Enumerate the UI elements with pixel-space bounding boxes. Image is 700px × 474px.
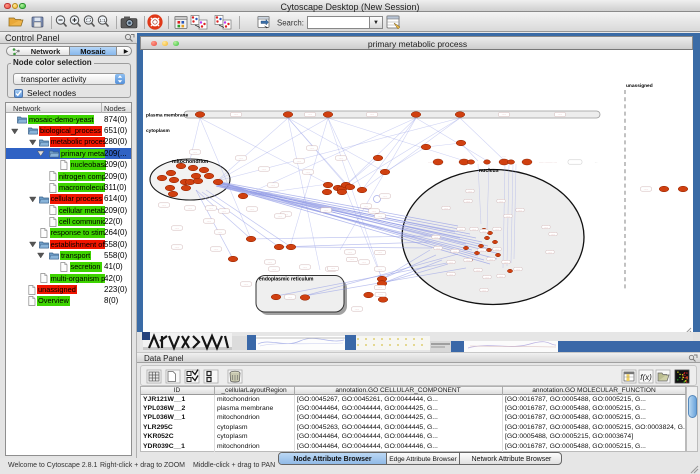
svg-text:·····: ····· xyxy=(644,187,649,191)
svg-text:·····: ····· xyxy=(175,245,180,249)
svg-text:·····: ····· xyxy=(518,208,523,212)
svg-text:·····: ····· xyxy=(449,272,454,276)
svg-text:·····: ····· xyxy=(482,288,487,292)
svg-text:·····: ····· xyxy=(502,113,507,117)
svg-text:·····: ····· xyxy=(297,159,302,163)
svg-text:·····: ····· xyxy=(504,260,509,264)
svg-text:·····: ····· xyxy=(262,167,267,171)
svg-text:·····: ····· xyxy=(306,170,311,174)
svg-text:·····: ····· xyxy=(339,156,344,160)
svg-text:nucleus: nucleus xyxy=(479,168,499,174)
svg-text:·····: ····· xyxy=(162,203,167,207)
svg-text:·····: ····· xyxy=(308,113,313,117)
svg-text:·····: ····· xyxy=(362,260,367,264)
svg-text:·····: ····· xyxy=(378,214,383,218)
svg-text:·····: ····· xyxy=(506,214,511,218)
svg-text:plasma membrane: plasma membrane xyxy=(146,113,188,119)
svg-text:·····: ····· xyxy=(516,267,521,271)
svg-text:·····: ····· xyxy=(466,199,471,203)
svg-text:·····: ····· xyxy=(548,250,553,254)
svg-text:·····: ····· xyxy=(499,274,504,278)
svg-text:·····: ····· xyxy=(271,183,276,187)
svg-text:·····: ····· xyxy=(480,248,485,252)
svg-text:·····: ····· xyxy=(239,156,244,160)
svg-text:Search:: Search: xyxy=(277,19,304,28)
svg-text:unassigned: unassigned xyxy=(626,83,653,89)
svg-text:endoplasmic reticulum: endoplasmic reticulum xyxy=(259,277,314,283)
svg-text:·····: ····· xyxy=(370,113,375,117)
svg-text:·····: ····· xyxy=(207,219,212,223)
svg-text:·····: ····· xyxy=(324,208,329,212)
svg-text:·····: ····· xyxy=(489,257,494,261)
svg-text:·····: ····· xyxy=(444,206,449,210)
svg-text:·····: ····· xyxy=(485,275,490,279)
svg-text:·····: ····· xyxy=(476,268,481,272)
svg-text:·····: ····· xyxy=(268,260,273,264)
svg-text:·····: ····· xyxy=(482,229,487,233)
svg-text:·····: ····· xyxy=(495,227,500,231)
svg-text:·····: ····· xyxy=(453,249,458,253)
svg-text:·····: ····· xyxy=(214,247,219,251)
svg-text:···: ··· xyxy=(595,160,598,164)
svg-text:·····: ····· xyxy=(558,113,563,117)
svg-text:·····: ····· xyxy=(355,307,360,311)
svg-text:·····: ····· xyxy=(272,267,277,271)
svg-text:·····: ····· xyxy=(378,286,383,290)
svg-text:·····: ····· xyxy=(372,209,377,213)
svg-text:·····: ····· xyxy=(436,246,441,250)
svg-text:····: ···· xyxy=(502,154,506,158)
svg-text:·····: ····· xyxy=(350,258,355,262)
svg-text:·····: ····· xyxy=(378,293,383,297)
svg-text:·····: ····· xyxy=(383,194,388,198)
svg-text:·····: ····· xyxy=(188,206,193,210)
svg-text:·····: ····· xyxy=(551,232,556,236)
svg-text:f(x): f(x) xyxy=(640,373,652,382)
svg-text:················: ················ xyxy=(539,161,557,165)
svg-text:·····: ····· xyxy=(468,189,473,193)
svg-text:·····: ····· xyxy=(459,227,464,231)
svg-text:····: ···· xyxy=(428,160,432,164)
svg-text:·····: ····· xyxy=(378,267,383,271)
svg-text:·····: ····· xyxy=(222,209,227,213)
svg-text:·····: ····· xyxy=(234,113,239,117)
svg-text:·····: ····· xyxy=(499,199,504,203)
svg-text:·····: ····· xyxy=(472,227,477,231)
svg-text:·····: ····· xyxy=(193,150,198,154)
svg-text:cytoplasm: cytoplasm xyxy=(146,128,170,134)
svg-text:·····: ····· xyxy=(466,258,471,262)
svg-text:·····: ····· xyxy=(544,225,549,229)
svg-text:·····: ····· xyxy=(244,282,249,286)
svg-text:·····: ····· xyxy=(364,204,369,208)
svg-text:·····: ····· xyxy=(250,207,255,211)
svg-text:1:1: 1:1 xyxy=(99,18,106,23)
svg-text:·····: ····· xyxy=(218,230,223,234)
svg-text:·····: ····· xyxy=(175,226,180,230)
svg-text:·····: ····· xyxy=(310,146,315,150)
svg-text:·····: ····· xyxy=(348,250,353,254)
svg-text:·····: ····· xyxy=(331,267,336,271)
svg-text:·····: ····· xyxy=(303,265,308,269)
svg-text:·····: ····· xyxy=(434,235,439,239)
svg-text:·····: ····· xyxy=(378,251,383,255)
svg-text:·····: ····· xyxy=(495,247,500,251)
svg-text:·····: ····· xyxy=(449,260,454,264)
svg-text:·····: ····· xyxy=(288,295,293,299)
svg-text:·····: ····· xyxy=(278,214,283,218)
svg-text:·····: ····· xyxy=(209,206,214,210)
